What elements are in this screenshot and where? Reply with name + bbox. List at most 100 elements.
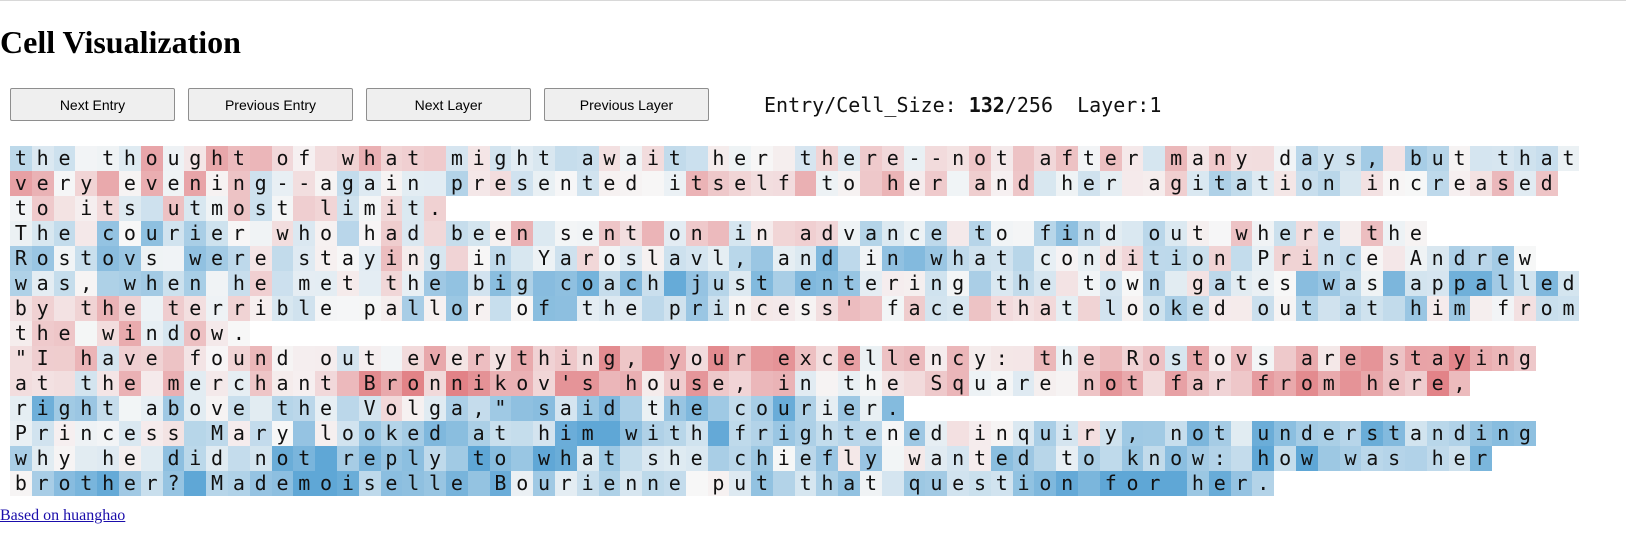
char-cell: a bbox=[969, 171, 991, 196]
char-cell: g bbox=[184, 146, 207, 171]
char-cell: i bbox=[1470, 346, 1493, 371]
char-cell: e bbox=[118, 421, 141, 446]
char-cell: o bbox=[1121, 296, 1144, 321]
char-cell: e bbox=[140, 346, 163, 371]
char-cell: w bbox=[271, 221, 294, 246]
char-cell bbox=[184, 421, 207, 446]
layer-label: Layer: bbox=[1077, 92, 1150, 117]
char-cell: a bbox=[1230, 171, 1253, 196]
char-cell: r bbox=[1208, 371, 1231, 396]
char-cell: e bbox=[1078, 171, 1100, 196]
char-cell: o bbox=[1099, 271, 1122, 296]
char-cell: t bbox=[10, 196, 32, 221]
char-cell bbox=[685, 471, 708, 496]
char-cell: r bbox=[1121, 146, 1144, 171]
char-cell: T bbox=[10, 221, 32, 246]
char-cell: i bbox=[467, 246, 490, 271]
char-cell bbox=[1230, 246, 1253, 271]
char-cell: e bbox=[881, 371, 904, 396]
char-cell: i bbox=[184, 221, 207, 246]
char-cell: o bbox=[445, 296, 468, 321]
char-cell: t bbox=[1383, 421, 1405, 446]
char-cell: g bbox=[511, 271, 534, 296]
next-entry-button[interactable]: Next Entry bbox=[10, 88, 175, 121]
char-cell: t bbox=[402, 146, 425, 171]
char-cell: e bbox=[1405, 221, 1427, 246]
char-cell: c bbox=[947, 346, 970, 371]
char-cell: m bbox=[1448, 296, 1471, 321]
char-cell: y bbox=[53, 446, 76, 471]
char-cell: h bbox=[75, 346, 98, 371]
char-cell bbox=[969, 271, 991, 296]
text-line: Rostovs were staying in Yaroslavl, and i… bbox=[10, 246, 1579, 271]
char-cell: n bbox=[489, 246, 512, 271]
char-cell: t bbox=[1361, 221, 1384, 246]
char-cell bbox=[249, 221, 272, 246]
next-layer-button[interactable]: Next Layer bbox=[366, 88, 531, 121]
char-cell: w bbox=[598, 146, 621, 171]
char-cell: y bbox=[663, 346, 686, 371]
char-cell bbox=[1296, 271, 1318, 296]
char-cell: l bbox=[315, 421, 337, 446]
char-cell: h bbox=[1252, 221, 1275, 246]
previous-layer-button[interactable]: Previous Layer bbox=[544, 88, 709, 121]
char-cell: h bbox=[1187, 471, 1209, 496]
char-cell: r bbox=[467, 346, 490, 371]
char-cell: e bbox=[903, 421, 926, 446]
char-cell: h bbox=[97, 296, 119, 321]
char-cell: h bbox=[31, 221, 54, 246]
char-cell: g bbox=[1513, 346, 1536, 371]
char-cell: d bbox=[1448, 421, 1471, 446]
char-cell: t bbox=[969, 446, 991, 471]
char-cell bbox=[53, 346, 76, 371]
char-cell: e bbox=[1317, 221, 1340, 246]
char-cell: r bbox=[31, 471, 54, 496]
char-cell: e bbox=[794, 271, 817, 296]
char-cell: g bbox=[424, 246, 446, 271]
char-cell: t bbox=[489, 421, 512, 446]
char-cell: o bbox=[1056, 246, 1079, 271]
char-cell: e bbox=[249, 246, 272, 271]
char-cell: e bbox=[315, 296, 337, 321]
entry-info: Entry/Cell_Size: 132/256 Layer:1 bbox=[764, 93, 1161, 117]
char-cell: a bbox=[1187, 146, 1209, 171]
char-cell: t bbox=[1557, 146, 1580, 171]
char-cell: c bbox=[925, 296, 948, 321]
previous-entry-button[interactable]: Previous Entry bbox=[188, 88, 353, 121]
char-cell: t bbox=[838, 271, 861, 296]
char-cell: i bbox=[75, 196, 98, 221]
char-cell bbox=[489, 296, 512, 321]
char-cell: k bbox=[1121, 446, 1144, 471]
char-cell bbox=[315, 446, 337, 471]
char-cell bbox=[1470, 296, 1493, 321]
char-cell: h bbox=[1361, 371, 1384, 396]
char-cell bbox=[140, 446, 163, 471]
char-cell: o bbox=[838, 171, 861, 196]
char-cell: s bbox=[1383, 446, 1405, 471]
char-cell: b bbox=[1405, 146, 1427, 171]
char-cell: o bbox=[642, 371, 664, 396]
char-cell: R bbox=[10, 246, 32, 271]
char-cell: , bbox=[729, 246, 752, 271]
char-cell bbox=[424, 221, 446, 246]
char-cell bbox=[1339, 371, 1362, 396]
char-cell: - bbox=[925, 146, 948, 171]
char-cell: o bbox=[380, 396, 403, 421]
char-cell: e bbox=[53, 321, 76, 346]
char-cell: o bbox=[206, 346, 228, 371]
char-cell: o bbox=[271, 146, 294, 171]
credit-link[interactable]: Based on huanghao bbox=[0, 507, 125, 525]
char-cell: e bbox=[315, 271, 337, 296]
char-cell: l bbox=[860, 346, 882, 371]
char-cell: s bbox=[576, 371, 599, 396]
char-cell bbox=[1034, 171, 1057, 196]
char-cell: s bbox=[729, 271, 752, 296]
char-cell: - bbox=[293, 171, 316, 196]
char-cell: n bbox=[1492, 421, 1514, 446]
char-cell: t bbox=[751, 271, 773, 296]
char-cell: h bbox=[642, 271, 664, 296]
char-cell: e bbox=[162, 171, 185, 196]
char-cell: u bbox=[1274, 296, 1297, 321]
char-cell bbox=[1383, 271, 1405, 296]
char-cell: p bbox=[1448, 271, 1471, 296]
